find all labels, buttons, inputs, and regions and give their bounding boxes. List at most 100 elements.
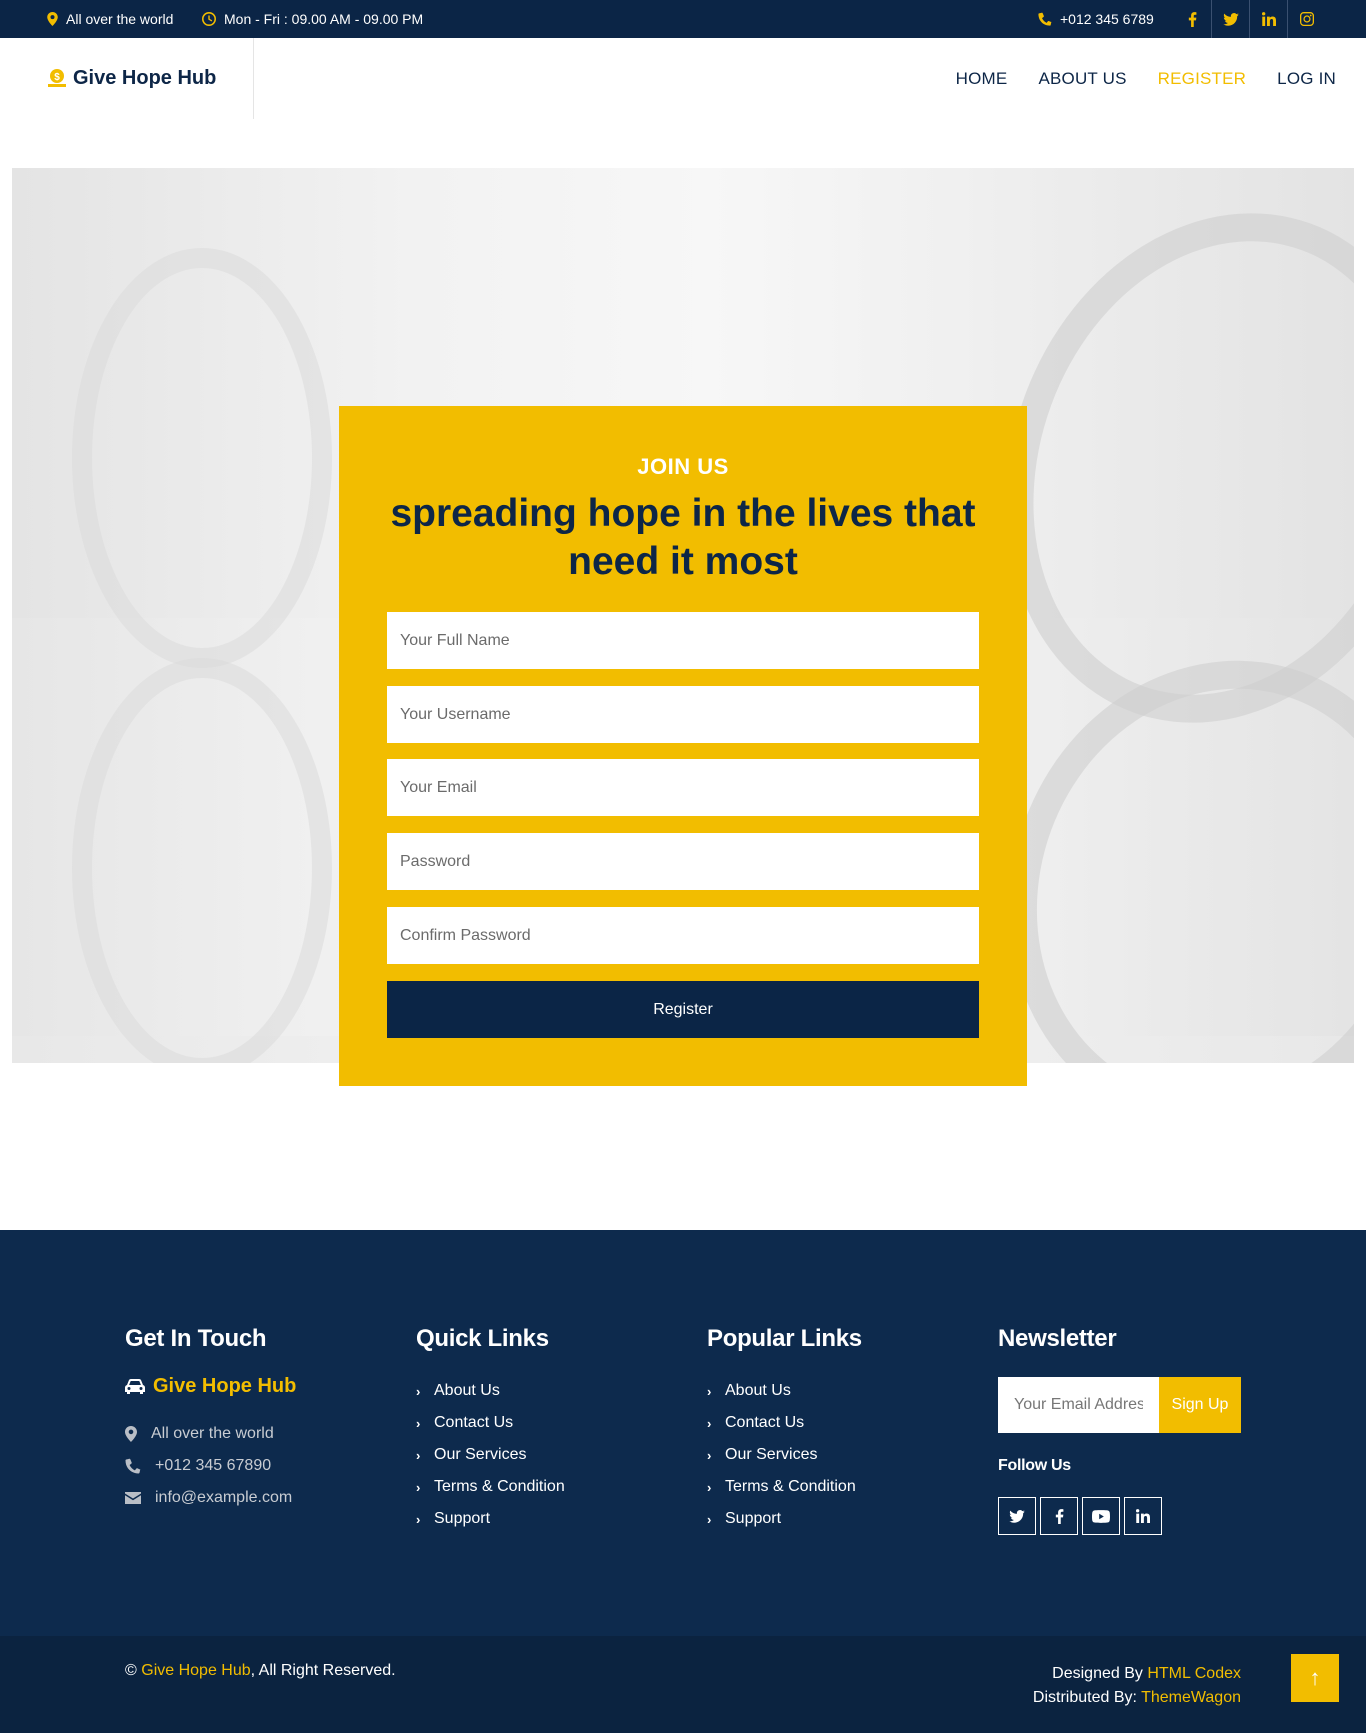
bg-shape	[72, 248, 332, 668]
main-nav: HOME ABOUT US REGISTER LOG IN	[956, 38, 1336, 119]
back-to-top-button[interactable]: ↑	[1291, 1654, 1339, 1702]
quick-link-item[interactable]: › Support	[416, 1503, 565, 1535]
popular-link-item[interactable]: › Contact Us	[707, 1407, 862, 1439]
copyright-bar: © Give Hope Hub, All Right Reserved. Des…	[0, 1636, 1366, 1733]
nav-log-in[interactable]: LOG IN	[1277, 69, 1336, 89]
instagram-link[interactable]	[1288, 0, 1326, 38]
email-input[interactable]	[387, 759, 979, 816]
contact-list: All over the world +012 345 67890 info@e…	[125, 1418, 296, 1514]
copyright-symbol: ©	[125, 1662, 137, 1679]
popular-link-label: Support	[725, 1510, 782, 1527]
footer-brand-name: Give Hope Hub	[153, 1375, 297, 1397]
popular-link-item[interactable]: › About Us	[707, 1375, 862, 1407]
copyright-text: © Give Hope Hub, All Right Reserved.	[125, 1662, 396, 1680]
bg-shape	[72, 658, 332, 1063]
copyright-rest: , All Right Reserved.	[250, 1662, 396, 1679]
popular-link-item[interactable]: › Our Services	[707, 1439, 862, 1471]
quick-link-item[interactable]: › Contact Us	[416, 1407, 565, 1439]
topbar-phone-text: +012 345 6789	[1060, 11, 1154, 27]
popular-link-label: About Us	[725, 1382, 791, 1399]
designed-by-link[interactable]: HTML Codex	[1147, 1665, 1241, 1682]
quick-link-label: About Us	[434, 1382, 500, 1399]
popular-links-title: Popular Links	[707, 1325, 862, 1352]
quick-link-label: Support	[434, 1510, 491, 1527]
svg-text:$: $	[54, 72, 60, 83]
envelope-icon	[125, 1492, 141, 1504]
distributed-by-line: Distributed By: ThemeWagon	[1033, 1686, 1241, 1710]
contact-address-text: All over the world	[151, 1425, 274, 1442]
popular-link-label: Terms & Condition	[725, 1478, 856, 1495]
instagram-icon	[1300, 12, 1314, 26]
twitter-icon	[1009, 1509, 1025, 1523]
navbar: $ Give Hope Hub HOME ABOUT US REGISTER L…	[0, 38, 1366, 119]
register-button[interactable]: Register	[387, 981, 979, 1038]
chevron-right-icon: ›	[707, 1383, 712, 1399]
quick-link-label: Our Services	[434, 1446, 527, 1463]
footer-facebook-button[interactable]	[1040, 1497, 1078, 1535]
twitter-link[interactable]	[1212, 0, 1250, 38]
arrow-up-icon: ↑	[1309, 1665, 1321, 1690]
contact-email[interactable]: info@example.com	[125, 1482, 296, 1514]
popular-links-list: › About Us › Contact Us › Our Services › Ter…	[707, 1375, 862, 1535]
quick-link-label: Terms & Condition	[434, 1478, 565, 1495]
footer-youtube-button[interactable]	[1082, 1497, 1120, 1535]
chevron-right-icon: ›	[707, 1479, 712, 1495]
popular-link-item[interactable]: › Terms & Condition	[707, 1471, 862, 1503]
nav-register[interactable]: REGISTER	[1158, 69, 1247, 89]
section-eyebrow: JOIN US	[637, 454, 729, 479]
nav-about-us[interactable]: ABOUT US	[1038, 69, 1126, 89]
topbar-phone[interactable]: +012 345 6789	[1038, 0, 1154, 38]
password-input[interactable]	[387, 833, 979, 890]
topbar-hours-text: Mon - Fri : 09.00 AM - 09.00 PM	[224, 11, 424, 27]
topbar-location-text: All over the world	[66, 11, 174, 27]
top-bar: All over the world Mon - Fri : 09.00 AM …	[0, 0, 1366, 38]
designed-by-line: Designed By HTML Codex	[1033, 1662, 1241, 1686]
newsletter-title: Newsletter	[998, 1325, 1117, 1352]
contact-email-text: info@example.com	[155, 1489, 293, 1506]
linkedin-link[interactable]	[1250, 0, 1288, 38]
footer-newsletter: Newsletter Sign Up Follow Us	[998, 1325, 1241, 1535]
topbar-socials	[1174, 0, 1326, 38]
follow-icons	[998, 1497, 1241, 1535]
section-headline: spreading hope in the lives that need it…	[390, 492, 976, 583]
twitter-icon	[1222, 12, 1239, 26]
contact-phone[interactable]: +012 345 67890	[125, 1450, 296, 1482]
linkedin-icon	[1136, 1509, 1150, 1523]
popular-link-item[interactable]: › Support	[707, 1503, 862, 1535]
footer-brand[interactable]: Give Hope Hub	[125, 1375, 296, 1398]
newsletter-email-input[interactable]	[998, 1377, 1159, 1433]
credits: Designed By HTML Codex Distributed By: T…	[1033, 1662, 1241, 1710]
confirm-password-input[interactable]	[387, 907, 979, 964]
sign-up-button[interactable]: Sign Up	[1159, 1377, 1241, 1433]
chevron-right-icon: ›	[416, 1383, 421, 1399]
phone-icon	[125, 1458, 141, 1474]
map-pin-icon	[125, 1426, 137, 1442]
footer-linkedin-button[interactable]	[1124, 1497, 1162, 1535]
map-pin-icon	[47, 12, 58, 26]
register-hero: JOIN US spreading hope in the lives that…	[0, 119, 1366, 1230]
quick-link-item[interactable]: › Terms & Condition	[416, 1471, 565, 1503]
brand-name: Give Hope Hub	[73, 66, 217, 89]
youtube-icon	[1092, 1509, 1110, 1523]
quick-links-title: Quick Links	[416, 1325, 549, 1352]
quick-link-item[interactable]: › Our Services	[416, 1439, 565, 1471]
nav-home[interactable]: HOME	[956, 69, 1008, 89]
topbar-location: All over the world	[47, 0, 173, 38]
linkedin-icon	[1261, 12, 1276, 26]
chevron-right-icon: ›	[416, 1447, 421, 1463]
designed-by-label: Designed By	[1052, 1665, 1143, 1682]
brand-logo[interactable]: $ Give Hope Hub	[47, 58, 216, 98]
quick-link-item[interactable]: › About Us	[416, 1375, 565, 1407]
brand-divider	[253, 38, 254, 119]
chevron-right-icon: ›	[416, 1511, 421, 1527]
footer-quick-links: Quick Links › About Us › Contact Us › Our S…	[416, 1325, 565, 1535]
footer: Get In Touch Give Hope Hub All over the …	[0, 1230, 1366, 1636]
full-name-input[interactable]	[387, 612, 979, 669]
footer-contact-title: Get In Touch	[125, 1325, 267, 1352]
copyright-brand-link[interactable]: Give Hope Hub	[141, 1662, 250, 1679]
username-input[interactable]	[387, 686, 979, 743]
facebook-link[interactable]	[1174, 0, 1212, 38]
register-form-card: JOIN US spreading hope in the lives that…	[339, 406, 1027, 1086]
distributed-by-link[interactable]: ThemeWagon	[1141, 1689, 1241, 1706]
footer-twitter-button[interactable]	[998, 1497, 1036, 1535]
